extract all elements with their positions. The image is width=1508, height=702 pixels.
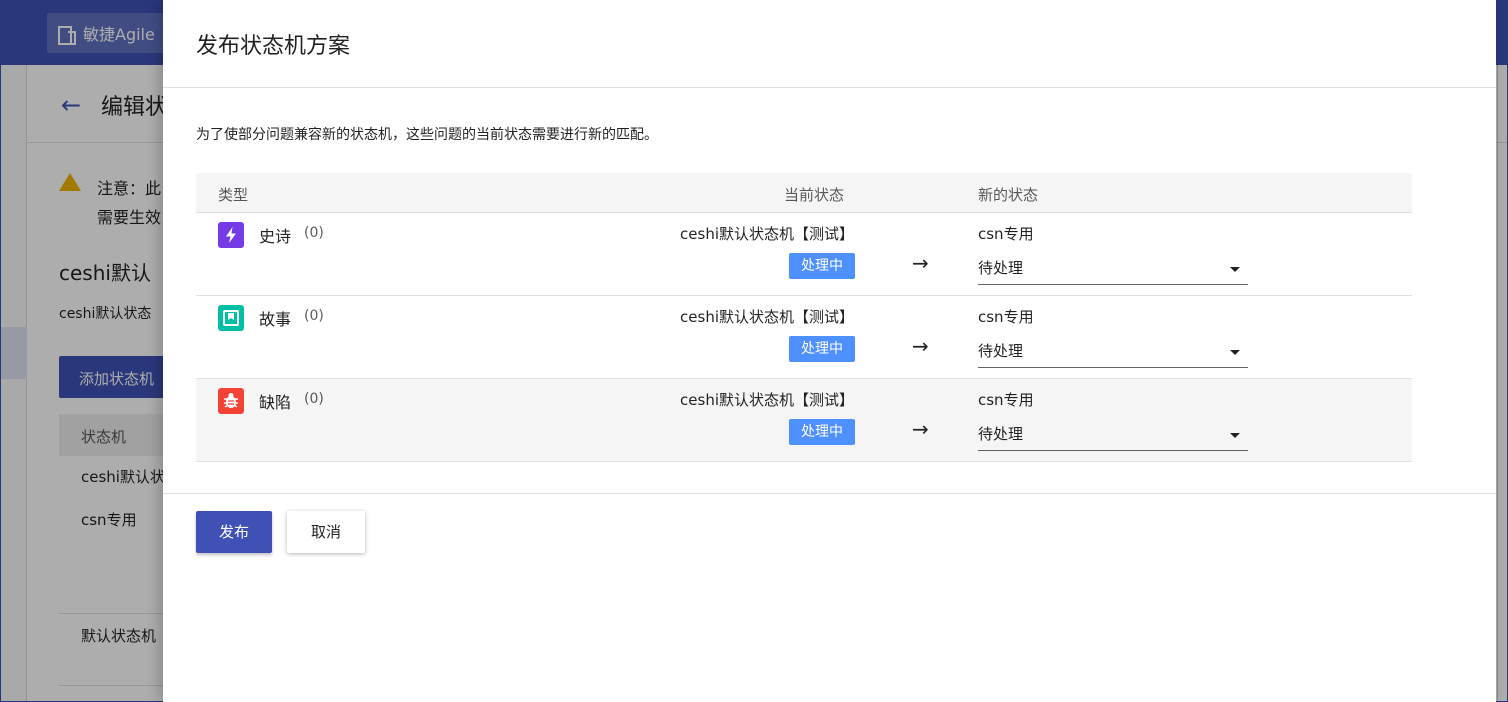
- bug-icon: [218, 388, 244, 414]
- right-arrow-icon: →: [912, 417, 929, 441]
- table-row: 史诗 (0) ceshi默认状态机【测试】 处理中 → csn专用 待处理: [196, 213, 1412, 296]
- dropdown-caret-icon[interactable]: [1230, 350, 1240, 355]
- current-status-badge: 处理中: [789, 253, 855, 279]
- dropdown-caret-icon[interactable]: [1230, 267, 1240, 272]
- new-status-select[interactable]: 待处理: [978, 253, 1248, 285]
- new-status-value: 待处理: [978, 259, 1024, 277]
- column-current-status: 当前状态: [784, 186, 845, 204]
- epic-lightning-icon: [218, 222, 244, 248]
- publish-button[interactable]: 发布: [196, 511, 272, 553]
- dialog-body: 为了使部分问题兼容新的状态机，这些问题的当前状态需要进行新的匹配。 类型 当前状…: [163, 88, 1496, 462]
- new-status-select[interactable]: 待处理: [978, 419, 1248, 451]
- new-state-machine: csn专用: [978, 225, 1034, 243]
- cancel-button[interactable]: 取消: [287, 511, 365, 553]
- dialog-title: 发布状态机方案: [196, 34, 351, 59]
- new-status-value: 待处理: [978, 425, 1024, 443]
- issue-type-name: 故事: [259, 310, 292, 329]
- current-state-machine: ceshi默认状态机【测试】: [680, 391, 854, 409]
- issue-type-name: 缺陷: [259, 393, 292, 412]
- issue-count: (0): [304, 308, 324, 324]
- current-status-badge: 处理中: [789, 419, 855, 445]
- issue-type-name: 史诗: [259, 227, 292, 246]
- current-state-machine: ceshi默认状态机【测试】: [680, 225, 854, 243]
- dialog-tip: 为了使部分问题兼容新的状态机，这些问题的当前状态需要进行新的匹配。: [196, 127, 658, 143]
- new-state-machine: csn专用: [978, 391, 1034, 409]
- issue-count: (0): [304, 391, 324, 407]
- issue-count: (0): [304, 225, 324, 241]
- table-row: 缺陷 (0) ceshi默认状态机【测试】 处理中 → csn专用 待处理: [196, 379, 1412, 462]
- right-arrow-icon: →: [912, 251, 929, 275]
- current-status-badge: 处理中: [789, 336, 855, 362]
- new-state-machine: csn专用: [978, 308, 1034, 326]
- story-bookmark-icon: [218, 305, 244, 331]
- new-status-select[interactable]: 待处理: [978, 336, 1248, 368]
- table-header: 类型 当前状态 新的状态: [196, 173, 1412, 213]
- dialog-header: 发布状态机方案: [163, 0, 1496, 88]
- new-status-value: 待处理: [978, 342, 1024, 360]
- footer-divider: [163, 493, 1496, 494]
- dropdown-caret-icon[interactable]: [1230, 433, 1240, 438]
- right-arrow-icon: →: [912, 334, 929, 358]
- table-row: 故事 (0) ceshi默认状态机【测试】 处理中 → csn专用 待处理: [196, 296, 1412, 379]
- status-mapping-table: 类型 当前状态 新的状态 史诗 (0) ceshi默认状态机【测试】 处理中 →…: [196, 173, 1412, 462]
- current-state-machine: ceshi默认状态机【测试】: [680, 308, 854, 326]
- column-type: 类型: [218, 186, 249, 204]
- column-new-status: 新的状态: [978, 186, 1039, 204]
- publish-dialog: 发布状态机方案 为了使部分问题兼容新的状态机，这些问题的当前状态需要进行新的匹配…: [163, 0, 1496, 702]
